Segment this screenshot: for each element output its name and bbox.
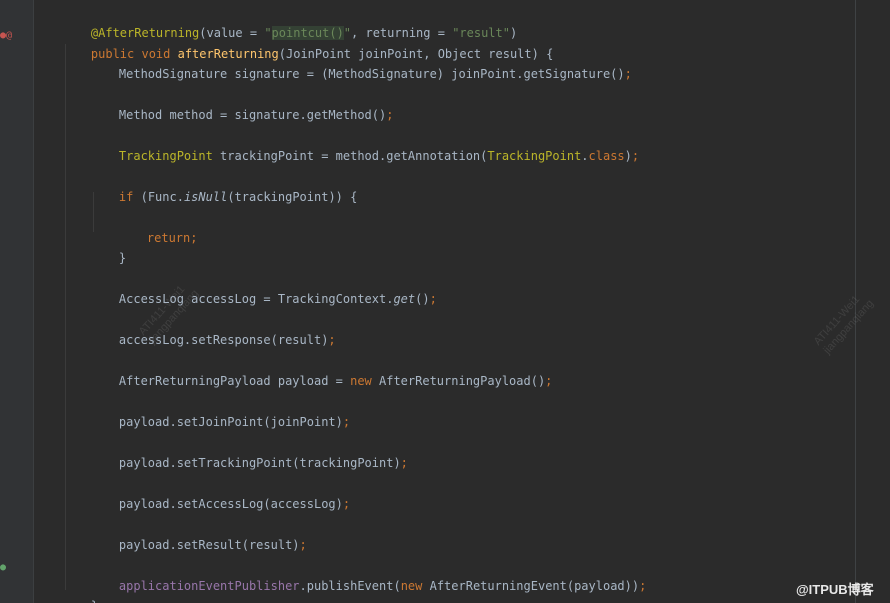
code-line[interactable]: MethodSignature signature = (MethodSigna… [90,47,632,81]
code-line-brace[interactable]: } [62,579,98,603]
code-token: ) [624,149,632,163]
code-token: AfterReturningEvent(payload)) [429,579,640,593]
semicolon-token: ; [429,292,437,306]
code-token: payload.setAccessLog(accessLog) [118,497,343,511]
code-token: AfterReturningPayload() [379,374,546,388]
keyword-token: class [588,149,625,163]
semicolon-token: ; [299,538,307,552]
code-token: payload.setResult(result) [118,538,300,552]
code-token: trackingPoint = method.getAnnotation( [212,149,488,163]
semicolon-token: ; [342,415,351,429]
code-token: (trackingPoint)) { [227,190,358,204]
code-token: payload.setTrackingPoint(trackingPoint) [118,456,401,470]
brace-token: } [118,251,127,265]
code-line[interactable]: payload.setTrackingPoint(trackingPoint); [90,436,408,470]
code-line-brace[interactable]: } [90,231,126,265]
brand-watermark: @ITPUB博客 [796,582,874,597]
annotation-type-token: TrackingPoint [118,149,213,163]
code-line[interactable]: applicationEventPublisher.publishEvent(n… [90,559,646,593]
semicolon-token: ; [631,149,640,163]
implementation-icon[interactable]: ● [0,562,6,574]
semicolon-token: ; [328,333,336,347]
code-editor[interactable]: ●@ ● @AfterReturning(value = "pointcut()… [0,0,890,603]
code-line-if[interactable]: if (Func.isNull(trackingPoint)) { [90,170,357,204]
code-token: () [415,292,430,306]
editor-gutter[interactable]: ●@ ● [0,0,34,603]
code-token: Method method = signature.getMethod() [118,108,387,122]
semicolon-token: ; [342,497,351,511]
code-line-method-declaration[interactable]: public void afterReturning(JoinPoint joi… [62,27,553,61]
vertical-scrollbar[interactable] [880,0,890,603]
code-line[interactable]: AccessLog accessLog = TrackingContext.ge… [90,272,437,306]
semicolon-token: ; [400,456,408,470]
watermark: ATI411-Wei1 jiangpanqiang [812,289,877,357]
indent-guide [65,44,66,590]
code-token: .publishEvent( [299,579,401,593]
code-token: MethodSignature signature = (MethodSigna… [118,67,625,81]
code-line[interactable]: accessLog.setResponse(result); [90,313,336,347]
code-token: payload.setJoinPoint(joinPoint) [118,415,343,429]
code-line[interactable]: TrackingPoint trackingPoint = method.get… [90,129,639,163]
keyword-token: new [400,579,430,593]
field-token: applicationEventPublisher [118,579,300,593]
code-line-return[interactable]: return; [118,211,198,245]
code-line-annotation[interactable]: @AfterReturning(value = "pointcut()", re… [62,6,517,40]
run-debug-icon[interactable]: ●@ [0,30,12,42]
code-token: . [581,149,589,163]
static-method-token: get [393,292,416,306]
code-token: (Func. [140,190,184,204]
brace-token: } [91,599,98,603]
keyword-token: new [350,374,379,388]
code-line[interactable]: AfterReturningPayload payload = new Afte… [90,354,553,388]
code-token: AfterReturningPayload payload = [118,374,351,388]
code-line[interactable]: Method method = signature.getMethod(); [90,88,394,122]
code-line[interactable]: payload.setJoinPoint(joinPoint); [90,395,350,429]
semicolon-token: ; [545,374,553,388]
semicolon-token: ; [639,579,647,593]
keyword-token: if [118,190,141,204]
static-method-token: isNull [183,190,228,204]
semicolon-token: ; [190,231,198,245]
code-line[interactable]: payload.setAccessLog(accessLog); [90,477,350,511]
semicolon-token: ; [386,108,394,122]
code-line[interactable]: payload.setResult(result); [90,518,307,552]
annotation-type-token: TrackingPoint [487,149,582,163]
semicolon-token: ; [624,67,632,81]
keyword-token: return [146,231,191,245]
